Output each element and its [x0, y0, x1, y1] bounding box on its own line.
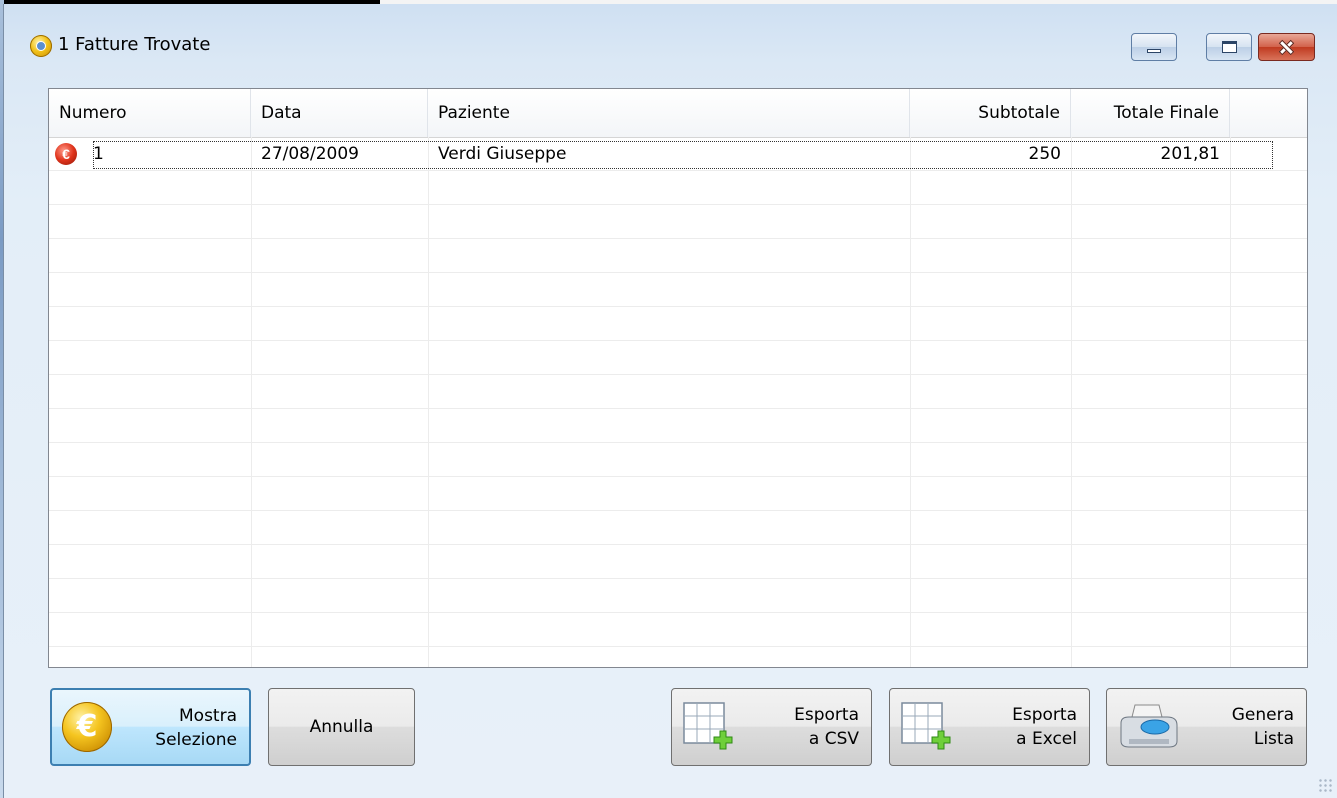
- annulla-button[interactable]: Annulla: [268, 688, 415, 766]
- title-bar[interactable]: 1 Fatture Trovate: [4, 4, 1337, 64]
- column-header-totale-finale[interactable]: Totale Finale: [1071, 89, 1230, 137]
- search-app-icon: [30, 35, 52, 57]
- esporta-excel-label: Esporta a Excel: [1012, 703, 1077, 751]
- resize-grip[interactable]: [1318, 778, 1332, 792]
- grid-header: Numero Data Paziente Subtotale Totale Fi…: [49, 89, 1307, 138]
- table-row[interactable]: € 1 27/08/2009 Verdi Giuseppe 250 201,81: [49, 137, 1307, 171]
- close-button[interactable]: [1258, 33, 1315, 61]
- empty-row: [49, 409, 1307, 443]
- empty-row: [49, 273, 1307, 307]
- genera-lista-label: Genera Lista: [1232, 703, 1294, 751]
- empty-row: [49, 171, 1307, 205]
- empty-row: [49, 375, 1307, 409]
- label-line: Selezione: [155, 730, 237, 750]
- cell-data: 27/08/2009: [261, 144, 359, 164]
- label-line: Esporta: [1012, 705, 1077, 725]
- empty-row: [49, 341, 1307, 375]
- empty-row: [49, 477, 1307, 511]
- printer-icon: [1120, 704, 1178, 748]
- table-add-icon: [683, 702, 733, 750]
- empty-row: [49, 205, 1307, 239]
- euro-coin-icon: €: [62, 702, 112, 752]
- esporta-csv-label: Esporta a CSV: [794, 703, 859, 751]
- table-add-icon: [901, 702, 951, 750]
- empty-row: [49, 579, 1307, 613]
- window-title: 1 Fatture Trovate: [58, 34, 211, 55]
- empty-row: [49, 307, 1307, 341]
- cell-subtotale: 250: [1028, 144, 1061, 164]
- label-line: a Excel: [1016, 729, 1077, 749]
- maximize-button[interactable]: [1206, 33, 1252, 61]
- empty-row: [49, 545, 1307, 579]
- invoices-grid[interactable]: Numero Data Paziente Subtotale Totale Fi…: [48, 88, 1308, 668]
- column-header-subtotale[interactable]: Subtotale: [910, 89, 1071, 137]
- empty-row: [49, 511, 1307, 545]
- empty-row: [49, 239, 1307, 273]
- mostra-selezione-button[interactable]: € Mostra Selezione: [50, 688, 251, 766]
- esporta-excel-button[interactable]: Esporta a Excel: [889, 688, 1090, 766]
- empty-row: [49, 647, 1307, 667]
- empty-row: [49, 613, 1307, 647]
- euro-red-icon: €: [55, 143, 77, 165]
- cell-numero: 1: [93, 144, 104, 164]
- mostra-selezione-label: Mostra Selezione: [155, 704, 237, 752]
- empty-row: [49, 443, 1307, 477]
- label-line: Genera: [1231, 705, 1294, 725]
- invoices-window: 1 Fatture Trovate Numero Data Paziente S…: [3, 4, 1337, 798]
- label-line: a CSV: [808, 729, 859, 749]
- cell-paziente: Verdi Giuseppe: [438, 144, 567, 164]
- annulla-label: Annulla: [309, 717, 374, 737]
- label-line: Esporta: [794, 705, 859, 725]
- label-line: Lista: [1253, 729, 1294, 749]
- cell-totale: 201,81: [1160, 144, 1220, 164]
- minimize-button[interactable]: [1131, 33, 1177, 61]
- esporta-csv-button[interactable]: Esporta a CSV: [671, 688, 872, 766]
- column-header-numero[interactable]: Numero: [49, 89, 251, 137]
- label-line: Mostra: [179, 706, 237, 726]
- column-header-data[interactable]: Data: [251, 89, 428, 137]
- genera-lista-button[interactable]: Genera Lista: [1106, 688, 1307, 766]
- column-header-paziente[interactable]: Paziente: [428, 89, 910, 137]
